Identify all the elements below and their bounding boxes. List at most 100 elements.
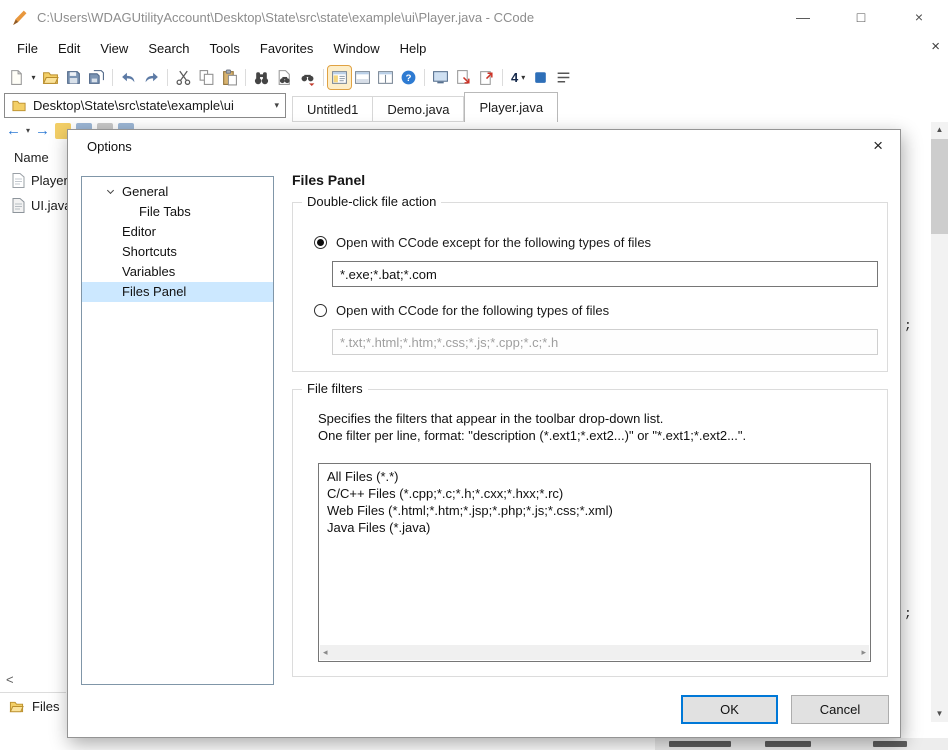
hscroll-left-icon[interactable]: < xyxy=(6,672,14,687)
paste-button[interactable] xyxy=(218,66,241,89)
redo-icon xyxy=(145,72,158,82)
toolbar-separator xyxy=(245,68,246,86)
font-size-dropdown[interactable]: 4 ▾ xyxy=(507,70,529,85)
copy-button[interactable] xyxy=(195,66,218,89)
menu-favorites[interactable]: Favorites xyxy=(250,36,323,61)
tree-item-label: Shortcuts xyxy=(122,244,177,259)
save-button[interactable] xyxy=(62,66,85,89)
help-icon: ? xyxy=(401,70,416,84)
files-panel-tab[interactable]: Files xyxy=(8,699,59,714)
cancel-button[interactable]: Cancel xyxy=(791,695,889,724)
undo-icon xyxy=(122,72,135,82)
close-icon[interactable]: × xyxy=(890,0,948,34)
tab-player-java[interactable]: Player.java xyxy=(464,92,559,122)
toolbar-separator xyxy=(323,68,324,86)
history-dropdown-icon[interactable]: ▾ xyxy=(26,126,30,135)
save-all-button[interactable] xyxy=(85,66,108,89)
help-button[interactable]: ? xyxy=(397,66,420,89)
menu-search[interactable]: Search xyxy=(138,36,199,61)
for-types-input xyxy=(332,329,878,355)
undo-button[interactable] xyxy=(117,66,140,89)
tree-item-general[interactable]: General xyxy=(82,182,273,202)
files-column-header[interactable]: Name xyxy=(14,150,49,165)
redo-button[interactable] xyxy=(140,66,163,89)
radio-open-for[interactable] xyxy=(314,304,327,317)
tree-item-variables[interactable]: Variables xyxy=(82,262,273,282)
path-dropdown-icon[interactable]: ▾ xyxy=(274,100,279,111)
external-view-button[interactable] xyxy=(475,66,498,89)
scroll-left-icon[interactable]: ◂ xyxy=(323,647,328,658)
tab-untitled1[interactable]: Untitled1 xyxy=(292,96,374,122)
filters-lines: All Files (*.*) C/C++ Files (*.cpp;*.c;*… xyxy=(319,464,870,540)
tree-item-label: Editor xyxy=(122,224,156,239)
scroll-up-icon[interactable]: ▲ xyxy=(931,122,948,138)
tree-item-label: General xyxy=(122,184,169,199)
block-select-button[interactable] xyxy=(529,66,552,89)
menu-file[interactable]: File xyxy=(7,36,48,61)
except-types-input[interactable] xyxy=(332,261,878,287)
menu-tools[interactable]: Tools xyxy=(200,36,250,61)
scroll-down-icon[interactable]: ▼ xyxy=(931,706,948,722)
scroll-right-icon[interactable]: ▸ xyxy=(861,647,866,658)
toolbar-separator xyxy=(424,68,425,86)
svg-text:?: ? xyxy=(406,73,412,84)
filters-description-2: One filter per line, format: "descriptio… xyxy=(318,428,747,443)
menu-edit[interactable]: Edit xyxy=(48,36,90,61)
status-bar xyxy=(655,738,948,750)
split-window-button[interactable] xyxy=(374,66,397,89)
tree-item-shortcuts[interactable]: Shortcuts xyxy=(82,242,273,262)
external-view-icon xyxy=(480,70,493,85)
tree-item-file-tabs[interactable]: File Tabs xyxy=(82,202,273,222)
vertical-scrollbar[interactable]: ▲ ▼ xyxy=(931,122,948,722)
back-arrow-icon[interactable]: ← xyxy=(6,122,21,139)
scrollbar-thumb[interactable] xyxy=(931,139,948,234)
menu-view[interactable]: View xyxy=(90,36,138,61)
minimize-icon[interactable]: — xyxy=(774,0,832,34)
menu-help[interactable]: Help xyxy=(390,36,437,61)
output-panel-icon xyxy=(355,70,370,84)
find-in-files-icon xyxy=(278,69,290,85)
file-icon xyxy=(12,198,25,213)
line-list-button[interactable] xyxy=(552,66,575,89)
find-next-button[interactable] xyxy=(296,66,319,89)
filter-line: C/C++ Files (*.cpp;*.c;*.h;*.cxx;*.hxx;*… xyxy=(327,486,564,501)
filter-line: All Files (*.*) xyxy=(327,469,399,484)
radio-row-open-for[interactable]: Open with CCode for the following types … xyxy=(314,303,609,318)
ok-button[interactable]: OK xyxy=(681,695,778,724)
panel-divider xyxy=(0,692,66,693)
tree-item-files-panel[interactable]: Files Panel xyxy=(82,282,273,302)
output-panel-button[interactable] xyxy=(351,66,374,89)
path-combobox[interactable]: Desktop\State\src\state\example\ui ▾ xyxy=(4,93,286,118)
forward-arrow-icon[interactable]: → xyxy=(35,122,50,139)
chevron-down-icon[interactable] xyxy=(106,186,115,195)
options-tree: General File Tabs Editor Shortcuts Varia… xyxy=(81,176,274,685)
find-button[interactable] xyxy=(250,66,273,89)
radio-label: Open with CCode for the following types … xyxy=(336,303,610,318)
status-fragment xyxy=(873,741,907,747)
folder-icon xyxy=(9,701,24,713)
cut-button[interactable] xyxy=(172,66,195,89)
radio-row-open-except[interactable]: Open with CCode except for the following… xyxy=(314,235,651,250)
fullscreen-button[interactable] xyxy=(429,66,452,89)
dialog-close-icon[interactable]: × xyxy=(873,136,883,156)
group-legend: File filters xyxy=(302,381,368,396)
files-panel-toggle-button[interactable] xyxy=(327,64,352,90)
radio-open-except[interactable] xyxy=(314,236,327,249)
tree-item-editor[interactable]: Editor xyxy=(82,222,273,242)
copy-icon xyxy=(199,69,214,85)
open-folder-button[interactable] xyxy=(39,66,62,89)
toolbar-separator xyxy=(502,68,503,86)
filters-textarea[interactable]: All Files (*.*) C/C++ Files (*.cpp;*.c;*… xyxy=(318,463,871,662)
block-select-icon xyxy=(535,71,547,83)
maximize-icon[interactable]: □ xyxy=(832,0,890,34)
new-file-button[interactable] xyxy=(5,66,28,89)
document-close-icon[interactable]: × xyxy=(931,38,940,55)
horizontal-scrollbar[interactable]: ◂ ▸ xyxy=(320,645,869,660)
find-in-files-button[interactable] xyxy=(273,66,296,89)
menu-window[interactable]: Window xyxy=(323,36,389,61)
path-text: Desktop\State\src\state\example\ui xyxy=(33,98,234,113)
view-in-browser-button[interactable] xyxy=(452,66,475,89)
filter-line: Web Files (*.html;*.htm;*.jsp;*.php;*.js… xyxy=(327,503,613,518)
tab-demo-java[interactable]: Demo.java xyxy=(373,96,465,122)
new-file-dropdown-icon[interactable]: ▾ xyxy=(28,73,39,82)
